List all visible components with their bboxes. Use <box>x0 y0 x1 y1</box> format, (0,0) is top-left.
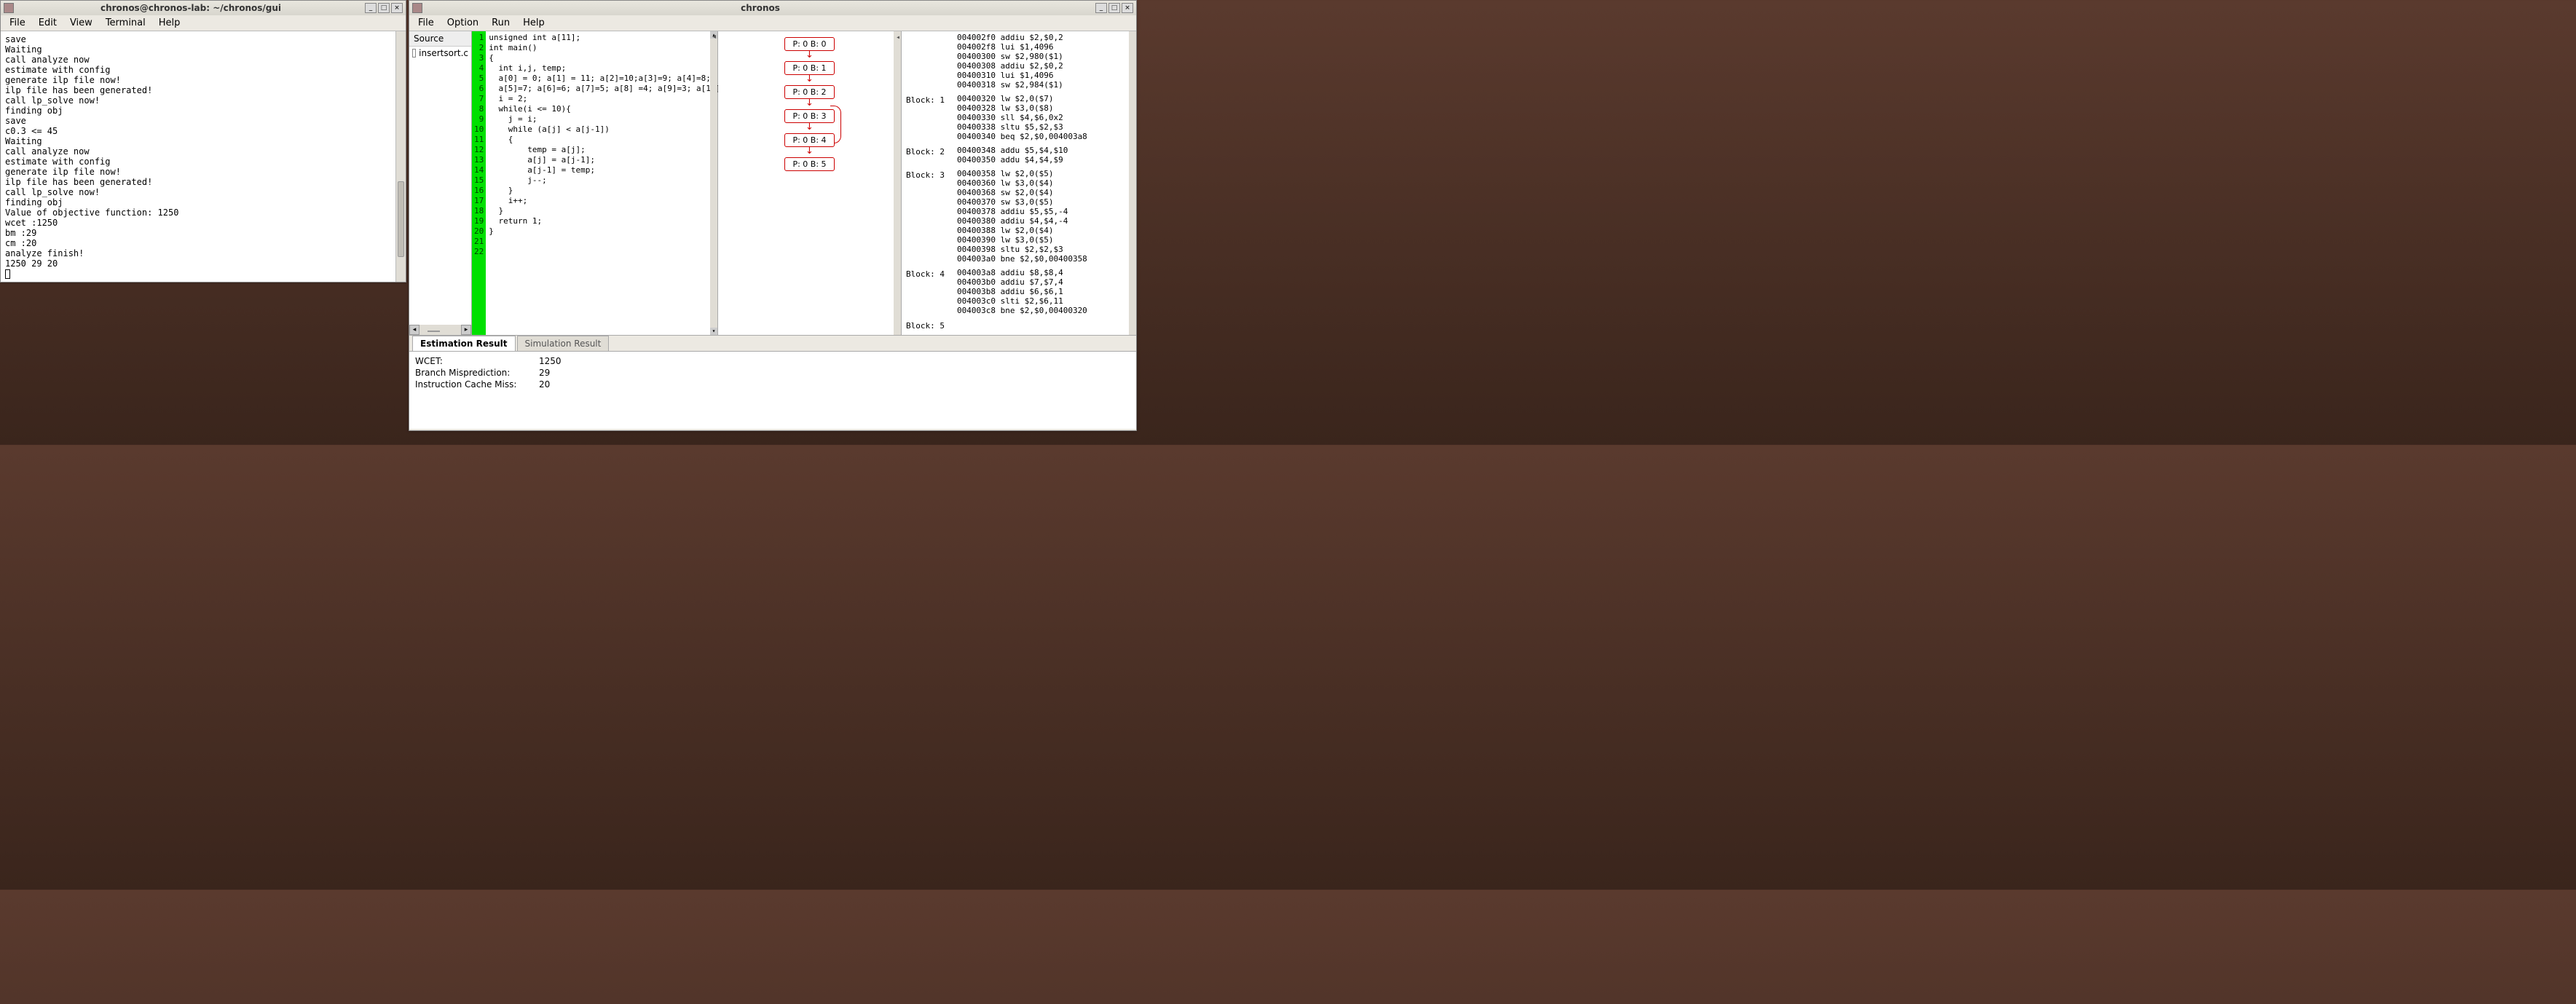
terminal-icon <box>4 3 14 13</box>
code-vscroll[interactable]: ▴ ▾ <box>710 31 717 335</box>
asm-vscroll[interactable] <box>1129 31 1136 335</box>
scroll-down-icon[interactable]: ▾ <box>710 328 717 335</box>
chronos-titlebar[interactable]: chronos _ □ × <box>409 1 1136 15</box>
flow-arrow-icon: ↓ <box>806 149 814 156</box>
result-body: WCET: 1250 Branch Misprediction: 29 Inst… <box>409 352 1136 429</box>
terminal-scrollbar[interactable] <box>395 31 406 282</box>
flow-arrow-icon: ↓ <box>806 52 814 60</box>
asm-pre-lines: 004002f0 addiu $2,$0,2 004002f8 lui $1,4… <box>957 33 1132 90</box>
terminal-output[interactable]: save Waiting call analyze now estimate w… <box>1 31 406 282</box>
code-panel: 1 2 3 4 5 6 7 8 9 10 11 12 13 14 15 16 1… <box>472 31 718 335</box>
scroll-left-icon[interactable]: ◂ <box>409 325 420 335</box>
close-button[interactable]: × <box>391 3 403 13</box>
asm-block-2-label: Block: 2 <box>906 146 950 165</box>
asm-block-1-lines: 00400320 lw $2,0($7) 00400328 lw $3,0($8… <box>957 94 1132 141</box>
tab-estimation[interactable]: Estimation Result <box>412 336 516 351</box>
source-header: Source <box>409 31 471 47</box>
menu-help[interactable]: Help <box>517 16 551 30</box>
result-tabs: Estimation Result Simulation Result <box>409 336 1136 352</box>
maximize-button[interactable]: □ <box>1108 3 1120 13</box>
file-icon <box>412 49 416 58</box>
chronos-bottom: Estimation Result Simulation Result WCET… <box>409 336 1136 430</box>
menu-file[interactable]: File <box>4 16 31 30</box>
flow-node-1[interactable]: P: 0 B: 1 <box>784 61 834 75</box>
asm-content[interactable]: 004002f0 addiu $2,$0,2 004002f8 lui $1,4… <box>902 31 1136 332</box>
menu-edit[interactable]: Edit <box>33 16 63 30</box>
icm-value: 20 <box>539 379 550 390</box>
flow-arrow-icon: ↓ <box>806 76 814 84</box>
terminal-text: save Waiting call analyze now estimate w… <box>5 34 178 269</box>
flow-node-3[interactable]: P: 0 B: 3 <box>784 109 834 123</box>
flow-node-0[interactable]: P: 0 B: 0 <box>784 37 834 51</box>
flow-vscroll[interactable] <box>894 31 901 335</box>
menu-run[interactable]: Run <box>486 16 516 30</box>
bm-label: Branch Misprediction: <box>415 368 539 378</box>
flow-arrow-icon: ↓ <box>806 100 814 108</box>
bm-value: 29 <box>539 368 550 378</box>
menu-option[interactable]: Option <box>441 16 484 30</box>
scrollbar-thumb[interactable] <box>398 181 404 256</box>
chronos-icon <box>412 3 422 13</box>
asm-panel: ◂ 004002f0 addiu $2,$0,2 004002f8 lui $1… <box>902 31 1136 335</box>
result-wcet: WCET: 1250 <box>415 356 1130 366</box>
source-file-name: insertsort.c <box>419 48 468 58</box>
result-icache-miss: Instruction Cache Miss: 20 <box>415 379 1130 390</box>
collapse-left-icon[interactable]: ◂ <box>896 33 900 42</box>
asm-block-1-label: Block: 1 <box>906 94 950 141</box>
asm-block-5-lines <box>957 320 1132 331</box>
chronos-main: Source insertsort.c ◂ ▸ 1 2 3 4 5 6 7 8 … <box>409 31 1136 336</box>
chronos-window: chronos _ □ × File Option Run Help Sourc… <box>409 0 1137 431</box>
collapse-left-icon[interactable]: ◂ <box>712 33 716 41</box>
minimize-button[interactable]: _ <box>365 3 377 13</box>
wcet-value: 1250 <box>539 356 562 366</box>
flow-arrow-icon: ↓ <box>806 124 814 132</box>
asm-block-3-label: Block: 3 <box>906 169 950 264</box>
terminal-menubar: File Edit View Terminal Help <box>1 15 406 31</box>
menu-file[interactable]: File <box>412 16 440 30</box>
asm-block-2-lines: 00400348 addu $5,$4,$10 00400350 addu $4… <box>957 146 1132 165</box>
menu-view[interactable]: View <box>64 16 98 30</box>
chronos-title: chronos <box>425 3 1095 13</box>
terminal-cursor <box>5 269 10 279</box>
terminal-titlebar[interactable]: chronos@chronos-lab: ~/chronos/gui _ □ × <box>1 1 406 15</box>
code-text[interactable]: unsigned int a[11]; int main() { int i,j… <box>486 31 738 335</box>
asm-block-3-lines: 00400358 lw $2,0($5) 00400360 lw $3,0($4… <box>957 169 1132 264</box>
tab-simulation[interactable]: Simulation Result <box>517 336 610 351</box>
chronos-menubar: File Option Run Help <box>409 15 1136 31</box>
flow-node-2[interactable]: P: 0 B: 2 <box>784 85 834 99</box>
flow-node-5[interactable]: P: 0 B: 5 <box>784 157 834 171</box>
asm-block-5-label: Block: 5 <box>906 320 950 331</box>
result-branch-mispred: Branch Misprediction: 29 <box>415 368 1130 378</box>
code-gutter: 1 2 3 4 5 6 7 8 9 10 11 12 13 14 15 16 1… <box>472 31 486 335</box>
maximize-button[interactable]: □ <box>378 3 390 13</box>
minimize-button[interactable]: _ <box>1095 3 1107 13</box>
menu-help[interactable]: Help <box>153 16 186 30</box>
source-panel: Source insertsort.c ◂ ▸ <box>409 31 472 335</box>
flow-node-4[interactable]: P: 0 B: 4 <box>784 133 834 147</box>
wcet-label: WCET: <box>415 356 539 366</box>
asm-block-4-lines: 004003a8 addiu $8,$8,4 004003b0 addiu $7… <box>957 268 1132 315</box>
menu-terminal[interactable]: Terminal <box>100 16 151 30</box>
terminal-title: chronos@chronos-lab: ~/chronos/gui <box>17 3 365 13</box>
source-hscroll[interactable]: ◂ ▸ <box>409 325 471 335</box>
close-button[interactable]: × <box>1122 3 1133 13</box>
scrollbar-thumb[interactable] <box>428 331 440 332</box>
flow-panel: ◂ P: 0 B: 0 ↓ P: 0 B: 1 ↓ P: 0 B: 2 ↓ P:… <box>718 31 902 335</box>
terminal-window: chronos@chronos-lab: ~/chronos/gui _ □ ×… <box>0 0 406 282</box>
icm-label: Instruction Cache Miss: <box>415 379 539 390</box>
scroll-right-icon[interactable]: ▸ <box>461 325 471 335</box>
source-file-item[interactable]: insertsort.c <box>409 47 471 60</box>
asm-block-4-label: Block: 4 <box>906 268 950 315</box>
